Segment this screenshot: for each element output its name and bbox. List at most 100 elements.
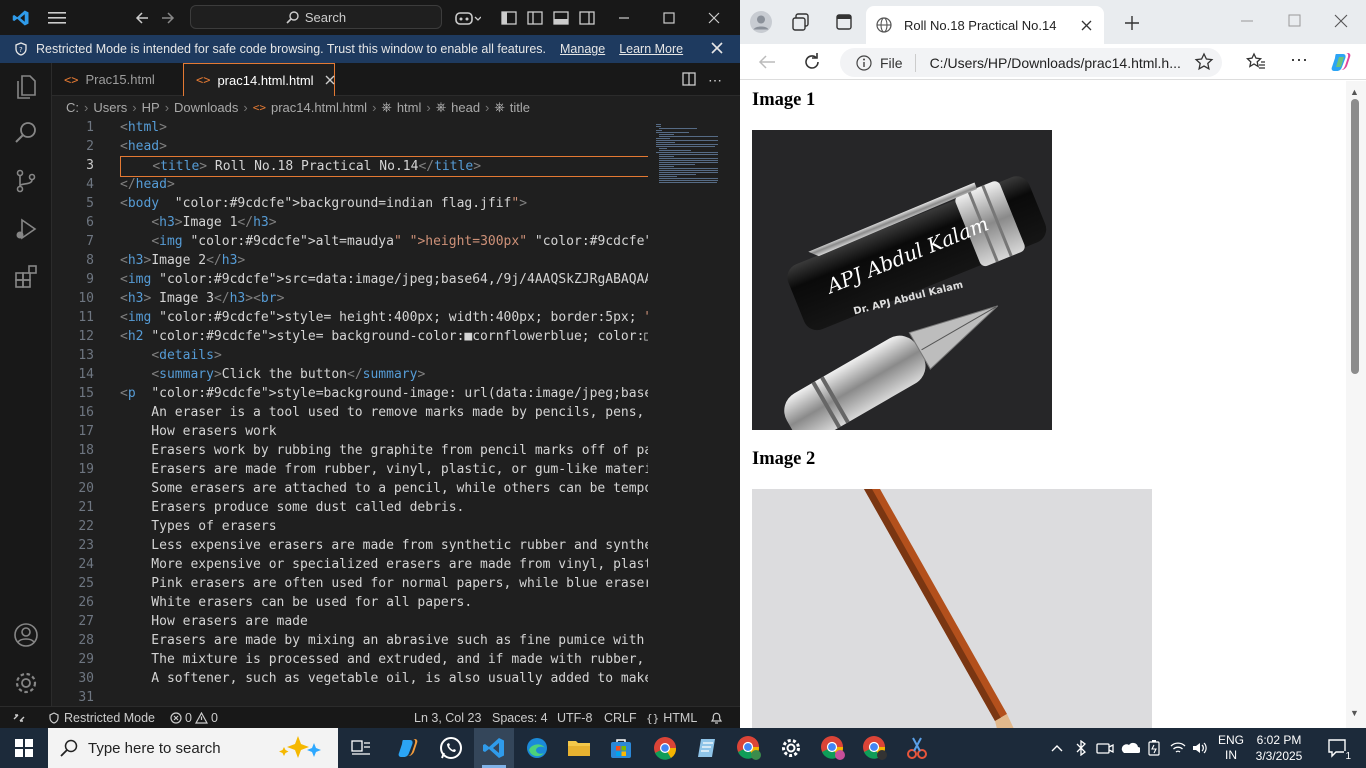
learn-more-link[interactable]: Learn More	[619, 42, 683, 56]
banner-close-icon[interactable]	[710, 41, 724, 58]
show-hidden-icons-icon[interactable]	[1046, 728, 1068, 768]
code-line[interactable]: 21 Erasers produce some dust called debr…	[52, 498, 648, 517]
code-line[interactable]: 8 <h3>Image 2</h3>	[52, 251, 648, 270]
edge-taskbar-icon[interactable]	[520, 728, 554, 768]
editor-scrollbar[interactable]	[728, 118, 740, 706]
remote-icon[interactable]	[12, 707, 26, 728]
more-actions-icon[interactable]: ⋯	[708, 72, 723, 89]
toggle-secondary-sidebar-icon[interactable]	[576, 0, 598, 35]
code-line[interactable]: 10 <h3> Image 3</h3><br>	[52, 289, 648, 308]
windows-start-icon[interactable]	[0, 728, 48, 768]
new-tab-plus-icon[interactable]	[1124, 15, 1140, 36]
code-line[interactable]: 15 <p "color:#9cdcfe">style=background-im…	[52, 384, 648, 403]
refresh-icon[interactable]	[802, 52, 822, 77]
cursor-position[interactable]: Ln 3, Col 23	[414, 707, 481, 728]
code-line[interactable]: 5 <body "color:#9cdcfe">background=indian…	[52, 194, 648, 213]
copilot-icon[interactable]	[1330, 51, 1352, 78]
page-scrollbar[interactable]: ▲ ▼	[1346, 81, 1366, 728]
code-line[interactable]: 19 Erasers are made from rubber, vinyl, …	[52, 460, 648, 479]
task-view-icon[interactable]	[346, 728, 376, 768]
notification-center-icon[interactable]: 1	[1318, 728, 1358, 768]
microsoft-store-icon[interactable]	[604, 728, 638, 768]
code-line[interactable]: 11 <img "color:#9cdcfe">style= height:400…	[52, 308, 648, 327]
copilot-app-icon[interactable]	[392, 728, 424, 768]
code-line[interactable]: 28 Erasers are made by mixing an abrasiv…	[52, 631, 648, 650]
code-line[interactable]: 31	[52, 688, 648, 706]
workspaces-icon[interactable]	[792, 13, 810, 36]
code-line[interactable]: 1 <html>	[52, 118, 648, 137]
toggle-sidebar-icon[interactable]	[524, 0, 546, 35]
account-icon[interactable]	[0, 611, 52, 659]
code-line[interactable]: 17 How erasers work	[52, 422, 648, 441]
code-line[interactable]: 24 More expensive or specialized erasers…	[52, 555, 648, 574]
layout-customize-icon[interactable]	[498, 0, 520, 35]
toggle-panel-icon[interactable]	[550, 0, 572, 35]
code-line[interactable]: 29 The mixture is processed and extruded…	[52, 650, 648, 669]
breadcrumb-item[interactable]: title	[510, 100, 530, 115]
back-arrow-icon[interactable]	[130, 0, 154, 35]
problems-status[interactable]: 0 0	[170, 707, 218, 728]
vscode-taskbar-icon[interactable]	[474, 728, 514, 768]
maximize-icon[interactable]	[655, 0, 683, 35]
breadcrumb-item[interactable]: prac14.html.html	[271, 100, 367, 115]
code-line[interactable]: 9 <img "color:#9cdcfe">src=data:image/jpe…	[52, 270, 648, 289]
code-line[interactable]: 7 <img "color:#9cdcfe">alt=maudya" ">hei…	[52, 232, 648, 251]
chrome-profile-icon[interactable]	[816, 728, 850, 768]
code-line[interactable]: 26 White erasers can be used for all pap…	[52, 593, 648, 612]
forward-arrow-icon[interactable]	[156, 0, 180, 35]
favorites-icon[interactable]	[1245, 52, 1266, 77]
code-line[interactable]: 6 <h3>Image 1</h3>	[52, 213, 648, 232]
code-line[interactable]: 2 <head>	[52, 137, 648, 156]
tab-actions-icon[interactable]	[836, 14, 852, 35]
edge-minimize-icon[interactable]	[1240, 14, 1254, 33]
explorer-icon[interactable]	[0, 63, 52, 111]
extensions-icon[interactable]	[0, 253, 52, 301]
settings-gear-icon[interactable]	[774, 728, 808, 768]
browser-back-icon[interactable]	[758, 53, 776, 76]
minimize-icon[interactable]	[610, 0, 638, 35]
input-language-indicator[interactable]: ENG IN	[1214, 728, 1248, 768]
edge-close-icon[interactable]	[1334, 14, 1348, 33]
breadcrumb-item[interactable]: HP	[142, 100, 160, 115]
code-line[interactable]: 27 How erasers are made	[52, 612, 648, 631]
copilot-icon[interactable]	[452, 0, 484, 35]
restricted-mode-status[interactable]: Restricted Mode	[48, 707, 155, 728]
close-icon[interactable]	[700, 0, 728, 35]
code-line[interactable]: 23 Less expensive erasers are made from …	[52, 536, 648, 555]
code-editor[interactable]: 1 <html> 2 <head> 3 <title> Roll No.18 Pract…	[52, 118, 740, 706]
code-line[interactable]: 18 Erasers work by rubbing the graphite …	[52, 441, 648, 460]
wifi-icon[interactable]	[1168, 728, 1188, 768]
meet-now-icon[interactable]	[1094, 728, 1116, 768]
code-line[interactable]: 22 Types of erasers	[52, 517, 648, 536]
breadcrumb-item[interactable]: Downloads	[174, 100, 238, 115]
tab-prac15[interactable]: <> Prac15.html	[52, 63, 182, 96]
favorite-star-icon[interactable]	[1194, 52, 1214, 77]
taskbar-search-input[interactable]: Type here to search	[48, 728, 338, 768]
code-line[interactable]: 25 Pink erasers are often used for norma…	[52, 574, 648, 593]
address-bar[interactable]: File C:/Users/HP/Downloads/prac14.html.h…	[840, 48, 1222, 77]
bluetooth-icon[interactable]	[1072, 728, 1090, 768]
snipping-tool-icon[interactable]	[900, 728, 934, 768]
profile-avatar-icon[interactable]	[750, 11, 772, 38]
edge-maximize-icon[interactable]	[1288, 14, 1302, 33]
scroll-down-icon[interactable]: ▼	[1350, 708, 1359, 718]
scroll-up-icon[interactable]: ▲	[1350, 87, 1359, 97]
split-editor-icon[interactable]	[682, 72, 696, 91]
scrollbar-thumb[interactable]	[1351, 99, 1359, 374]
chrome-icon[interactable]	[648, 728, 682, 768]
tab-close-icon[interactable]	[1081, 19, 1092, 34]
eol-status[interactable]: CRLF	[604, 707, 637, 728]
system-clock[interactable]: 6:02 PM 3/3/2025	[1250, 728, 1308, 768]
code-line[interactable]: 3 <title> Roll No.18 Practical No.14</ti…	[52, 156, 648, 177]
manage-link[interactable]: Manage	[560, 42, 605, 56]
code-line[interactable]: 20 Some erasers are attached to a pencil…	[52, 479, 648, 498]
tab-prac14[interactable]: <> prac14.html.html	[183, 63, 335, 96]
run-debug-icon[interactable]	[0, 205, 52, 253]
menu-icon[interactable]	[44, 0, 70, 35]
notes-app-icon[interactable]	[690, 728, 724, 768]
code-line[interactable]: 14 <summary>Click the button</summary>	[52, 365, 648, 384]
whatsapp-icon[interactable]	[434, 728, 468, 768]
tab-close-icon[interactable]	[325, 73, 335, 88]
code-line[interactable]: 13 <details>	[52, 346, 648, 365]
breadcrumb-item[interactable]: html	[397, 100, 422, 115]
